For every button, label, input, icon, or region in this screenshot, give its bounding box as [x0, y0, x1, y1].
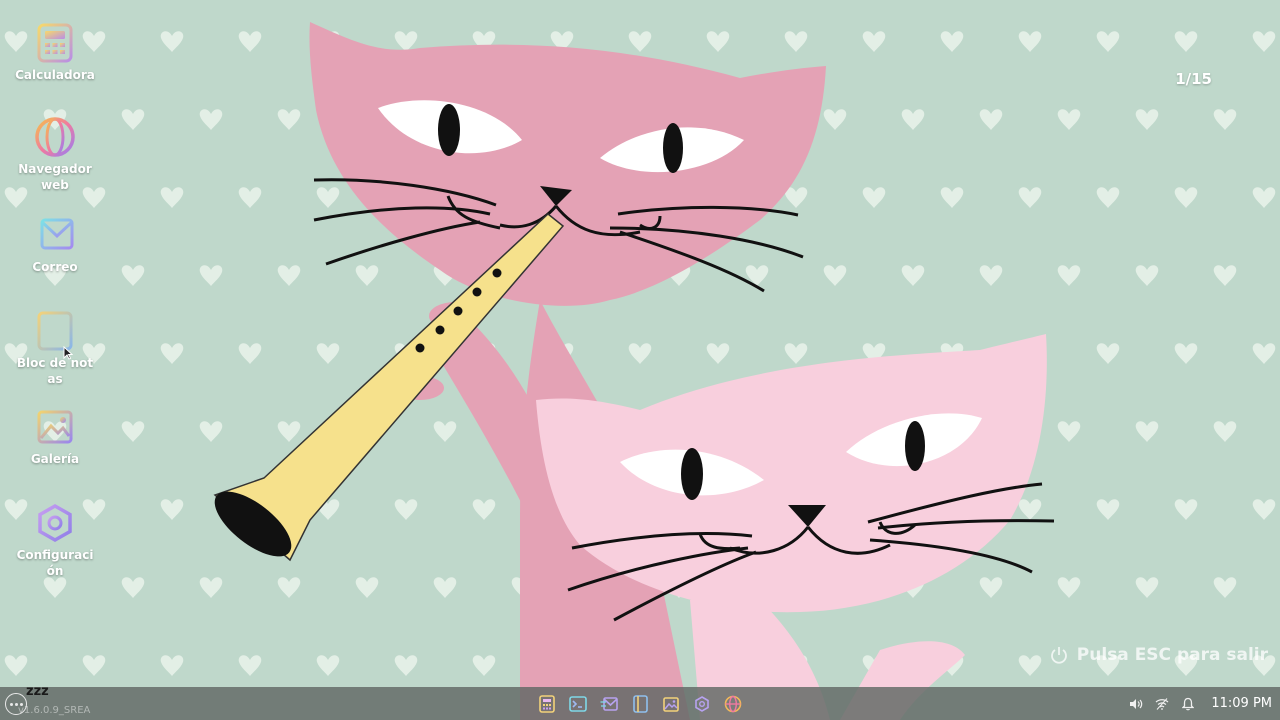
desktop-icon-label: Configuración: [16, 548, 94, 578]
web-browser-icon[interactable]: [722, 693, 744, 715]
desktop-icon-settings[interactable]: Configuración: [8, 502, 102, 579]
notification-bell-icon[interactable]: [1175, 687, 1201, 720]
desktop-icon-calculator[interactable]: Calculadora: [8, 22, 102, 83]
desktop-icon-label: Bloc de notas: [16, 356, 94, 386]
taskbar-apps: [536, 687, 744, 720]
settings-icon: [34, 502, 76, 544]
calculator-icon: [34, 22, 76, 64]
desktop-icon-label: Navegador web: [18, 162, 92, 192]
desktop-wallpaper: [0, 0, 1280, 720]
gallery-icon[interactable]: [660, 693, 682, 715]
terminal-icon[interactable]: [567, 693, 589, 715]
desktop-icon-label: Correo: [32, 260, 78, 274]
version-label: v1.6.0.9_SREA: [18, 705, 91, 716]
clock[interactable]: 11:09 PM: [1211, 696, 1272, 711]
mouse-cursor-icon: [63, 346, 73, 360]
wifi-icon[interactable]: [1149, 687, 1175, 720]
desktop-icon-label: Galería: [30, 452, 80, 466]
desktop-icon-notepad[interactable]: Bloc de notas: [8, 310, 102, 387]
gallery-icon: [34, 406, 76, 448]
taskbar: 11:09 PM: [0, 687, 1280, 720]
calculator-icon[interactable]: [536, 693, 558, 715]
system-tray: 11:09 PM: [1123, 687, 1280, 720]
desktop-icon-mail[interactable]: Correo: [8, 214, 102, 275]
notepad-icon[interactable]: [629, 693, 651, 715]
volume-icon[interactable]: [1123, 687, 1149, 720]
slide-counter: 1/15: [1175, 70, 1212, 88]
web-browser-icon: [34, 116, 76, 158]
mail-icon: [34, 214, 76, 256]
desktop-icon-gallery[interactable]: Galería: [8, 406, 102, 467]
desktop-icon-web-browser[interactable]: Navegador web: [8, 116, 102, 193]
sleep-indicator: zzz: [26, 684, 49, 699]
esc-hint-text: Pulsa ESC para salir: [1076, 645, 1268, 665]
esc-exit-hint: Pulsa ESC para salir: [1049, 645, 1268, 665]
power-icon: [1050, 647, 1067, 664]
desktop-icon-label: Calculadora: [15, 68, 95, 82]
mail-icon[interactable]: [598, 693, 620, 715]
settings-icon[interactable]: [691, 693, 713, 715]
